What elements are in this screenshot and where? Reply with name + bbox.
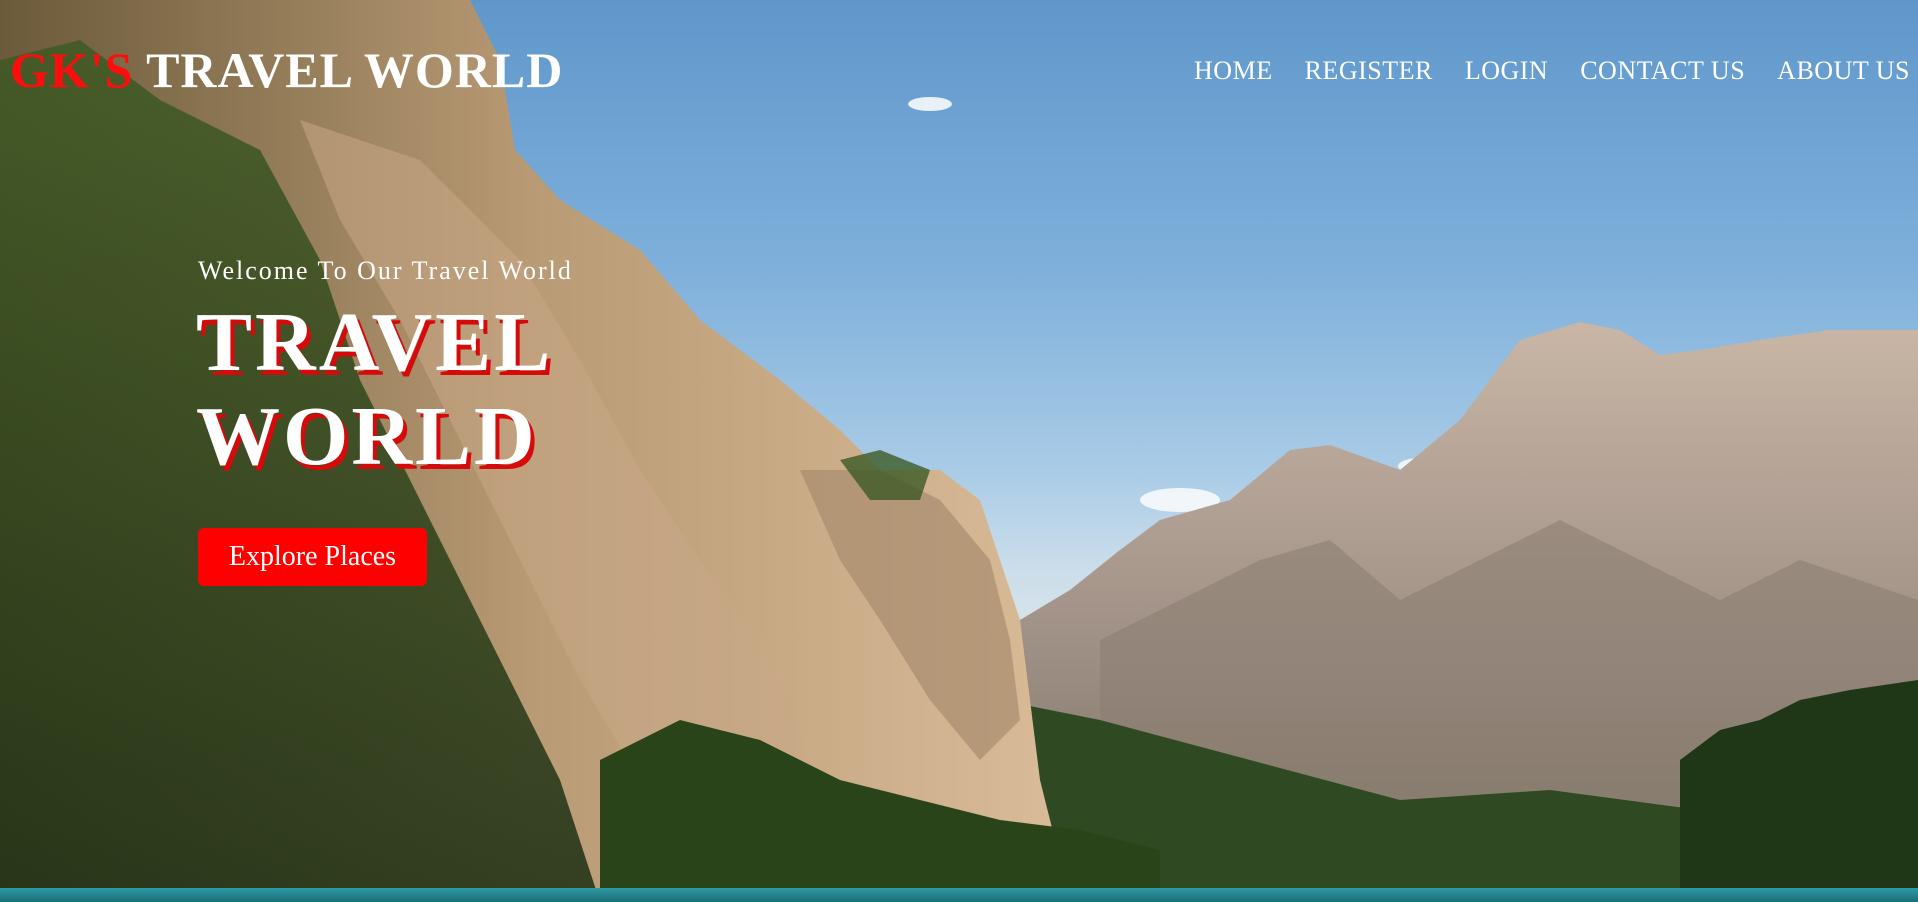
main-nav: HOME REGISTER LOGIN CONTACT US ABOUT US bbox=[1194, 52, 1910, 90]
hero-section: GK'S TRAVEL WORLD HOME REGISTER LOGIN CO… bbox=[0, 0, 1918, 902]
nav-about-us-link[interactable]: ABOUT US bbox=[1777, 52, 1910, 90]
logo-text: TRAVEL WORLD bbox=[133, 42, 564, 98]
hero-title-line-1: TRAVEL bbox=[196, 296, 554, 389]
nav-contact-us-link[interactable]: CONTACT US bbox=[1580, 52, 1745, 90]
nav-login-link[interactable]: LOGIN bbox=[1465, 52, 1548, 90]
site-logo[interactable]: GK'S TRAVEL WORLD bbox=[10, 40, 563, 100]
explore-places-button[interactable]: Explore Places bbox=[198, 528, 427, 586]
nav-home-link[interactable]: HOME bbox=[1194, 52, 1273, 90]
hero-title-line-2: WORLD bbox=[196, 390, 538, 483]
hero-title: TRAVEL WORLD bbox=[196, 296, 553, 484]
hero-welcome-text: Welcome To Our Travel World bbox=[198, 256, 573, 285]
nav-register-link[interactable]: REGISTER bbox=[1305, 52, 1433, 90]
logo-accent-text: GK'S bbox=[10, 42, 134, 98]
